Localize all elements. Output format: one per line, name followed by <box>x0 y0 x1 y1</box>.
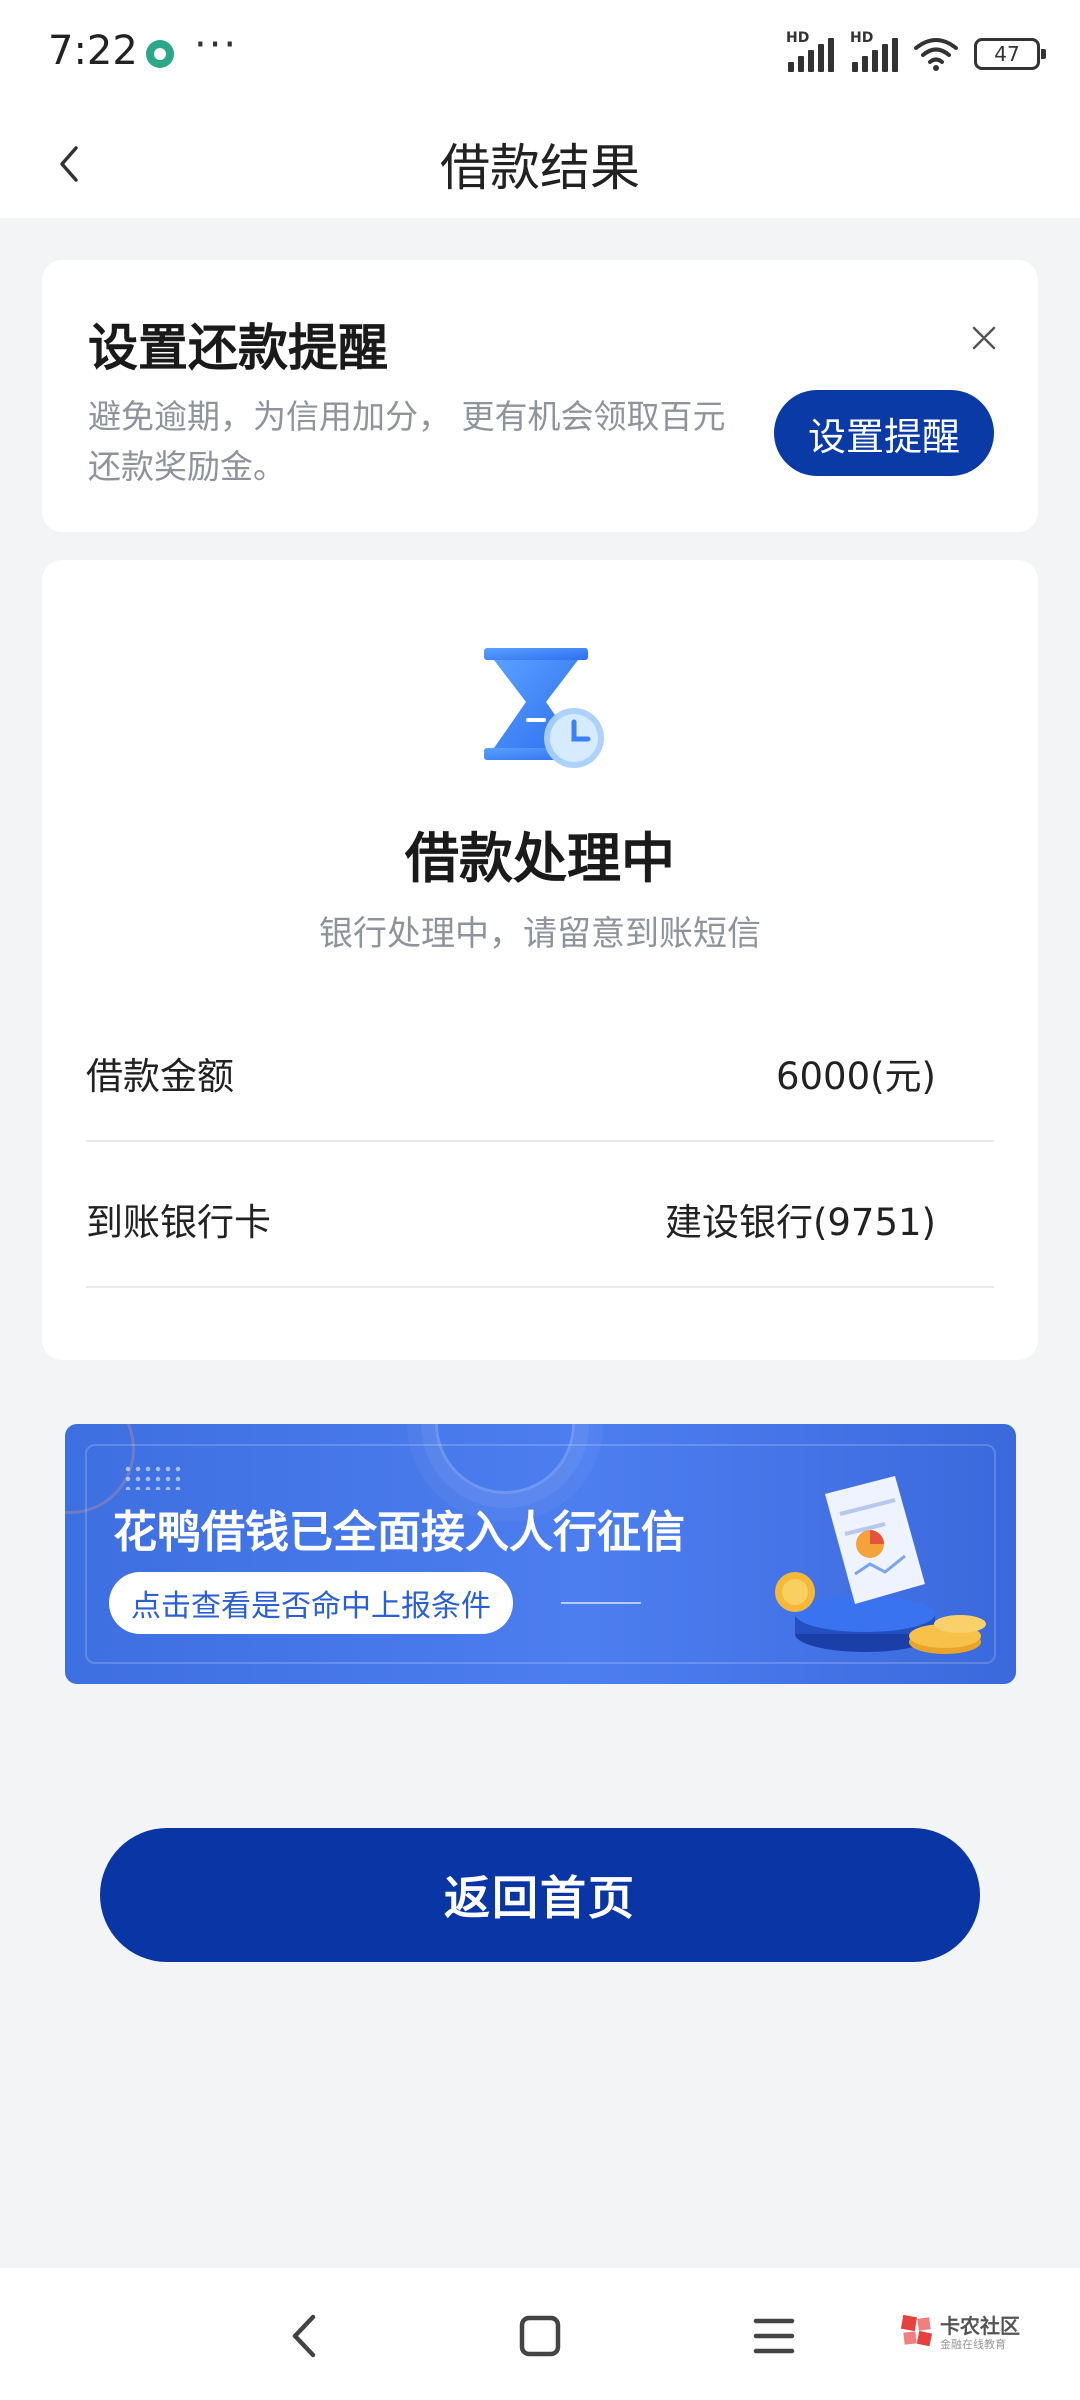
set-reminder-button[interactable]: 设置提醒 <box>774 390 994 476</box>
reminder-title: 设置还款提醒 <box>88 319 388 377</box>
battery-icon: 47 <box>974 38 1046 70</box>
nav-menu-icon <box>753 2318 795 2354</box>
loan-status-card: 借款处理中 银行处理中，请留意到账短信 借款金额 6000(元) 到账银行卡 建… <box>42 560 1038 1360</box>
status-title: 借款处理中 <box>405 827 675 890</box>
watermark-logo-icon <box>900 2314 933 2347</box>
repayment-reminder-card: 设置还款提醒 避免逾期，为信用加分， 更有机会领取百元还款奖励金。 设置提醒 <box>42 260 1038 532</box>
watermark: 卡农社区 金融在线教育 <box>900 2308 1040 2358</box>
close-icon <box>972 326 996 350</box>
bank-card-row: 到账银行卡 建设银行(9751) <box>86 1142 994 1288</box>
app-notification-icon <box>146 40 174 68</box>
hd-label-2: HD <box>850 30 874 46</box>
return-home-button[interactable]: 返回首页 <box>100 1828 980 1962</box>
banner-check-button[interactable]: 点击查看是否命中上报条件 <box>109 1572 513 1634</box>
page-title: 借款结果 <box>440 139 640 197</box>
loan-amount-row: 借款金额 6000(元) <box>86 996 994 1142</box>
loan-amount-value: 6000(元) <box>775 1055 936 1098</box>
nav-home-button[interactable] <box>510 2306 570 2366</box>
hourglass-clock-icon <box>484 648 604 768</box>
bank-card-value: 建设银行(9751) <box>664 1201 936 1244</box>
banner-divider <box>561 1602 641 1604</box>
nav-back-icon <box>292 2314 316 2358</box>
page-header: 借款结果 <box>0 110 1080 218</box>
signal-icon: HD <box>786 30 834 72</box>
close-reminder-button[interactable] <box>968 322 1000 354</box>
status-time: 7:22 <box>48 28 138 74</box>
reminder-description: 避免逾期，为信用加分， 更有机会领取百元还款奖励金。 <box>88 397 726 486</box>
watermark-subtitle: 金融在线教育 <box>940 2338 1006 2351</box>
system-nav-bar: 卡农社区 金融在线教育 <box>0 2268 1080 2400</box>
loan-amount-label: 借款金额 <box>86 1055 234 1098</box>
status-bar: 7:22 ··· HD HD 47 <box>0 0 1080 110</box>
status-indicators: HD HD 47 <box>786 30 1046 76</box>
signal-icon-2: HD <box>850 30 898 72</box>
nav-recents-button[interactable] <box>744 2306 804 2366</box>
bank-card-label: 到账银行卡 <box>86 1201 271 1244</box>
banner-headline: 花鸭借钱已全面接入人行征信 <box>113 1507 685 1558</box>
wifi-icon <box>914 38 958 71</box>
nav-back-button[interactable] <box>274 2306 334 2366</box>
hd-label: HD <box>786 30 810 46</box>
watermark-name: 卡农社区 <box>940 2314 1020 2338</box>
status-subtitle: 银行处理中，请留意到账短信 <box>319 914 761 954</box>
banner-dots <box>123 1464 183 1490</box>
credit-report-banner[interactable]: 花鸭借钱已全面接入人行征信 点击查看是否命中上报条件 <box>65 1424 1016 1684</box>
credit-report-illustration <box>775 1476 986 1654</box>
nav-home-icon <box>519 2315 561 2357</box>
more-notifications-icon: ··· <box>194 22 239 68</box>
